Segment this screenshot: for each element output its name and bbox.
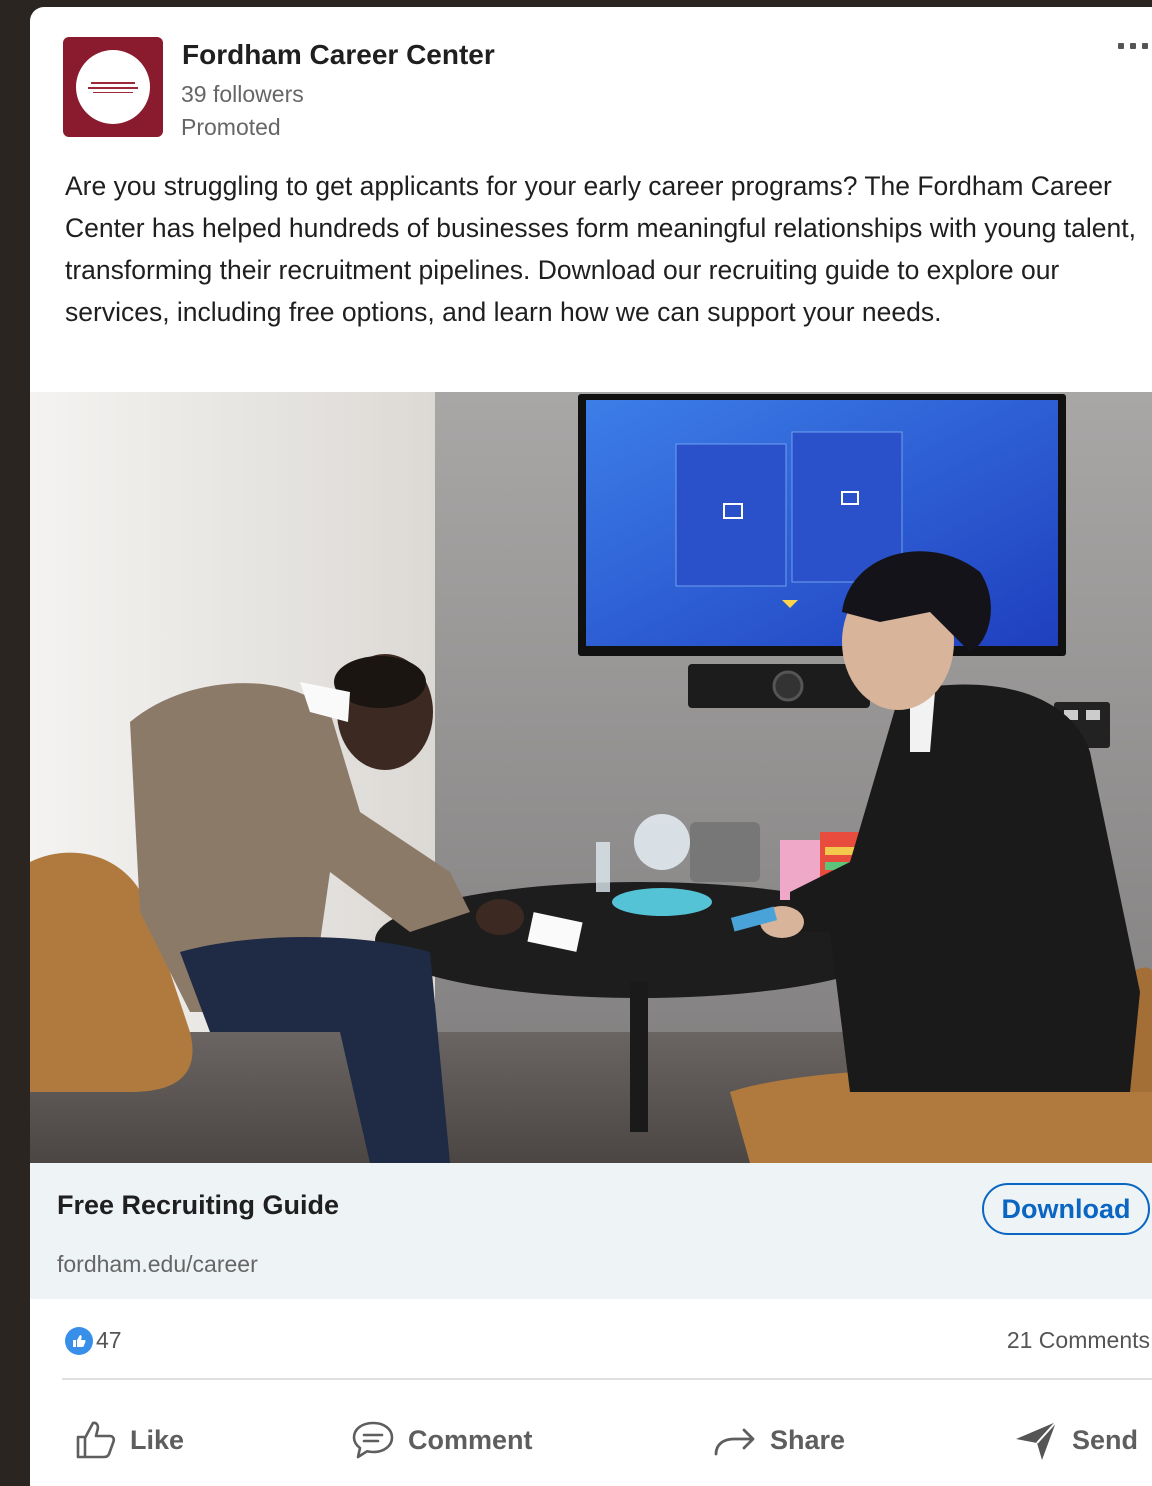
org-name[interactable]: Fordham Career Center [182,39,495,71]
divider [62,1378,1152,1380]
reaction-count[interactable]: 47 [96,1327,122,1354]
feed-post-card: Fordham Career Center 39 followers Promo… [30,7,1152,1486]
follower-count: 39 followers [181,81,304,107]
paper-plane-icon [1016,1421,1057,1460]
post-image[interactable] [30,392,1152,1163]
like-button[interactable]: Like [74,1413,184,1467]
link-url: fordham.edu/career [57,1251,258,1277]
reaction-badge[interactable] [65,1327,93,1355]
promoted-label: Promoted [181,114,281,140]
logo-seal-icon [76,50,150,124]
post-body-text: Are you struggling to get applicants for… [65,171,1136,327]
share-label: Share [770,1424,846,1455]
arrow-right-icon [714,1428,755,1456]
link-title[interactable]: Free Recruiting Guide [57,1190,339,1221]
send-button[interactable]: Send [1014,1413,1138,1467]
link-preview-bar[interactable]: Free Recruiting Guide fordham.edu/career… [30,1163,1152,1299]
comment-label: Comment [408,1424,533,1455]
more-options-button[interactable] [1114,37,1152,57]
speech-bubble-icon [352,1421,394,1459]
thumbs-up-outline-icon [76,1421,116,1459]
more-horizontal-icon [1118,43,1124,49]
send-label: Send [1072,1424,1139,1455]
like-label: Like [130,1424,185,1455]
download-button[interactable]: Download [982,1183,1150,1235]
org-logo[interactable] [63,37,163,137]
thumbs-up-icon [73,1335,86,1347]
comment-count[interactable]: 21 Comments [1007,1327,1150,1354]
comment-button[interactable]: Comment [350,1413,533,1467]
share-button[interactable]: Share [712,1413,845,1467]
